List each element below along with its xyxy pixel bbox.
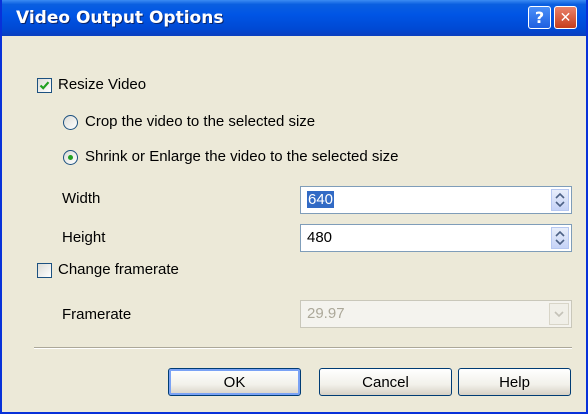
- change-framerate-label: Change framerate: [58, 261, 179, 278]
- framerate-combobox[interactable]: 29.97: [300, 300, 572, 328]
- ok-button[interactable]: OK: [168, 368, 301, 396]
- title-help-button[interactable]: ?: [528, 6, 551, 29]
- crop-radio[interactable]: [63, 115, 78, 130]
- framerate-dropdown-button[interactable]: [549, 303, 569, 325]
- width-value[interactable]: 640: [307, 191, 335, 208]
- question-mark-icon: ?: [534, 8, 545, 27]
- spin-up-down-icon: [555, 230, 565, 246]
- resize-video-label: Resize Video: [58, 76, 147, 93]
- check-mark-icon: [39, 81, 50, 90]
- video-output-options-dialog: Video Output Options ? ✕ Resize Video Cr…: [0, 0, 588, 414]
- divider: [34, 347, 572, 349]
- chevron-down-icon: [554, 311, 564, 318]
- height-value[interactable]: 480: [307, 229, 332, 246]
- radio-selected-dot: [68, 155, 73, 160]
- crop-radio-label: Crop the video to the selected size: [85, 113, 316, 130]
- width-spin-buttons[interactable]: [551, 189, 569, 211]
- close-icon: ✕: [559, 9, 572, 26]
- title-bar: Video Output Options ? ✕: [2, 0, 586, 36]
- resize-video-checkbox[interactable]: [37, 78, 52, 93]
- shrink-enlarge-radio-label: Shrink or Enlarge the video to the selec…: [85, 148, 399, 165]
- height-spin-buttons[interactable]: [551, 227, 569, 249]
- width-spinbox[interactable]: 640: [300, 186, 572, 214]
- help-button[interactable]: Help: [458, 368, 571, 396]
- change-framerate-checkbox[interactable]: [37, 263, 52, 278]
- shrink-enlarge-radio[interactable]: [63, 150, 78, 165]
- cancel-button[interactable]: Cancel: [319, 368, 452, 396]
- dialog-title: Video Output Options: [16, 8, 224, 28]
- height-label: Height: [62, 229, 106, 246]
- title-close-button[interactable]: ✕: [554, 6, 577, 29]
- framerate-label: Framerate: [62, 306, 132, 323]
- width-label: Width: [62, 190, 101, 207]
- height-spinbox[interactable]: 480: [300, 224, 572, 252]
- spin-up-down-icon: [555, 192, 565, 208]
- framerate-value: 29.97: [307, 305, 345, 322]
